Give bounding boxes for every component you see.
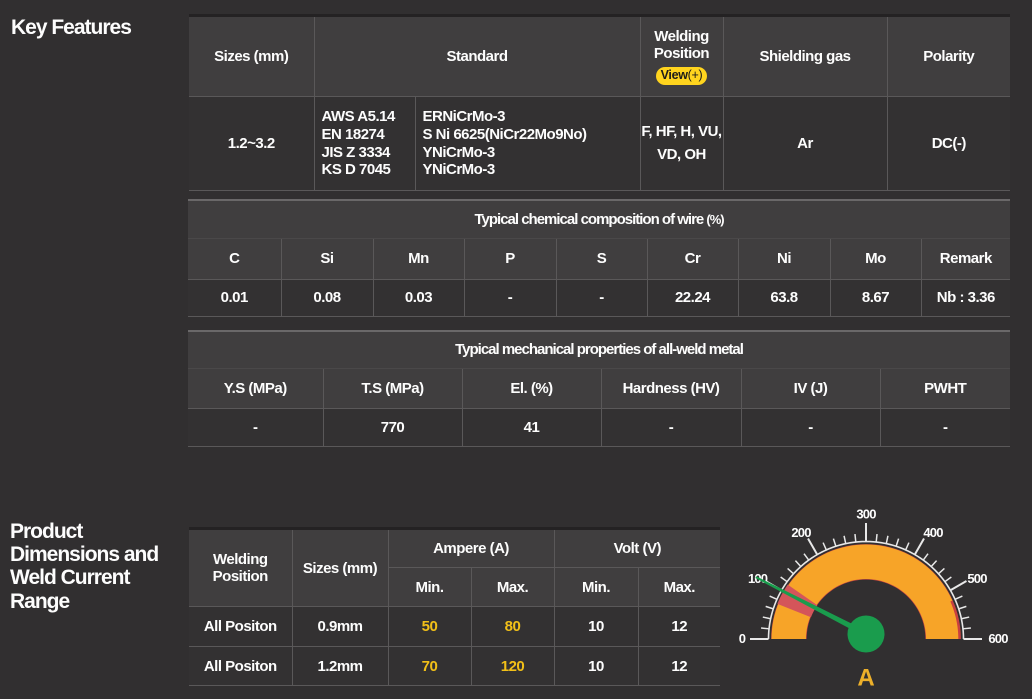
svg-text:300: 300 (856, 506, 876, 521)
svg-text:A: A (857, 665, 874, 692)
svg-text:500: 500 (967, 571, 987, 586)
svg-text:400: 400 (923, 525, 943, 540)
svg-text:0: 0 (739, 631, 746, 646)
svg-text:200: 200 (791, 525, 811, 540)
svg-text:600: 600 (988, 631, 1008, 646)
